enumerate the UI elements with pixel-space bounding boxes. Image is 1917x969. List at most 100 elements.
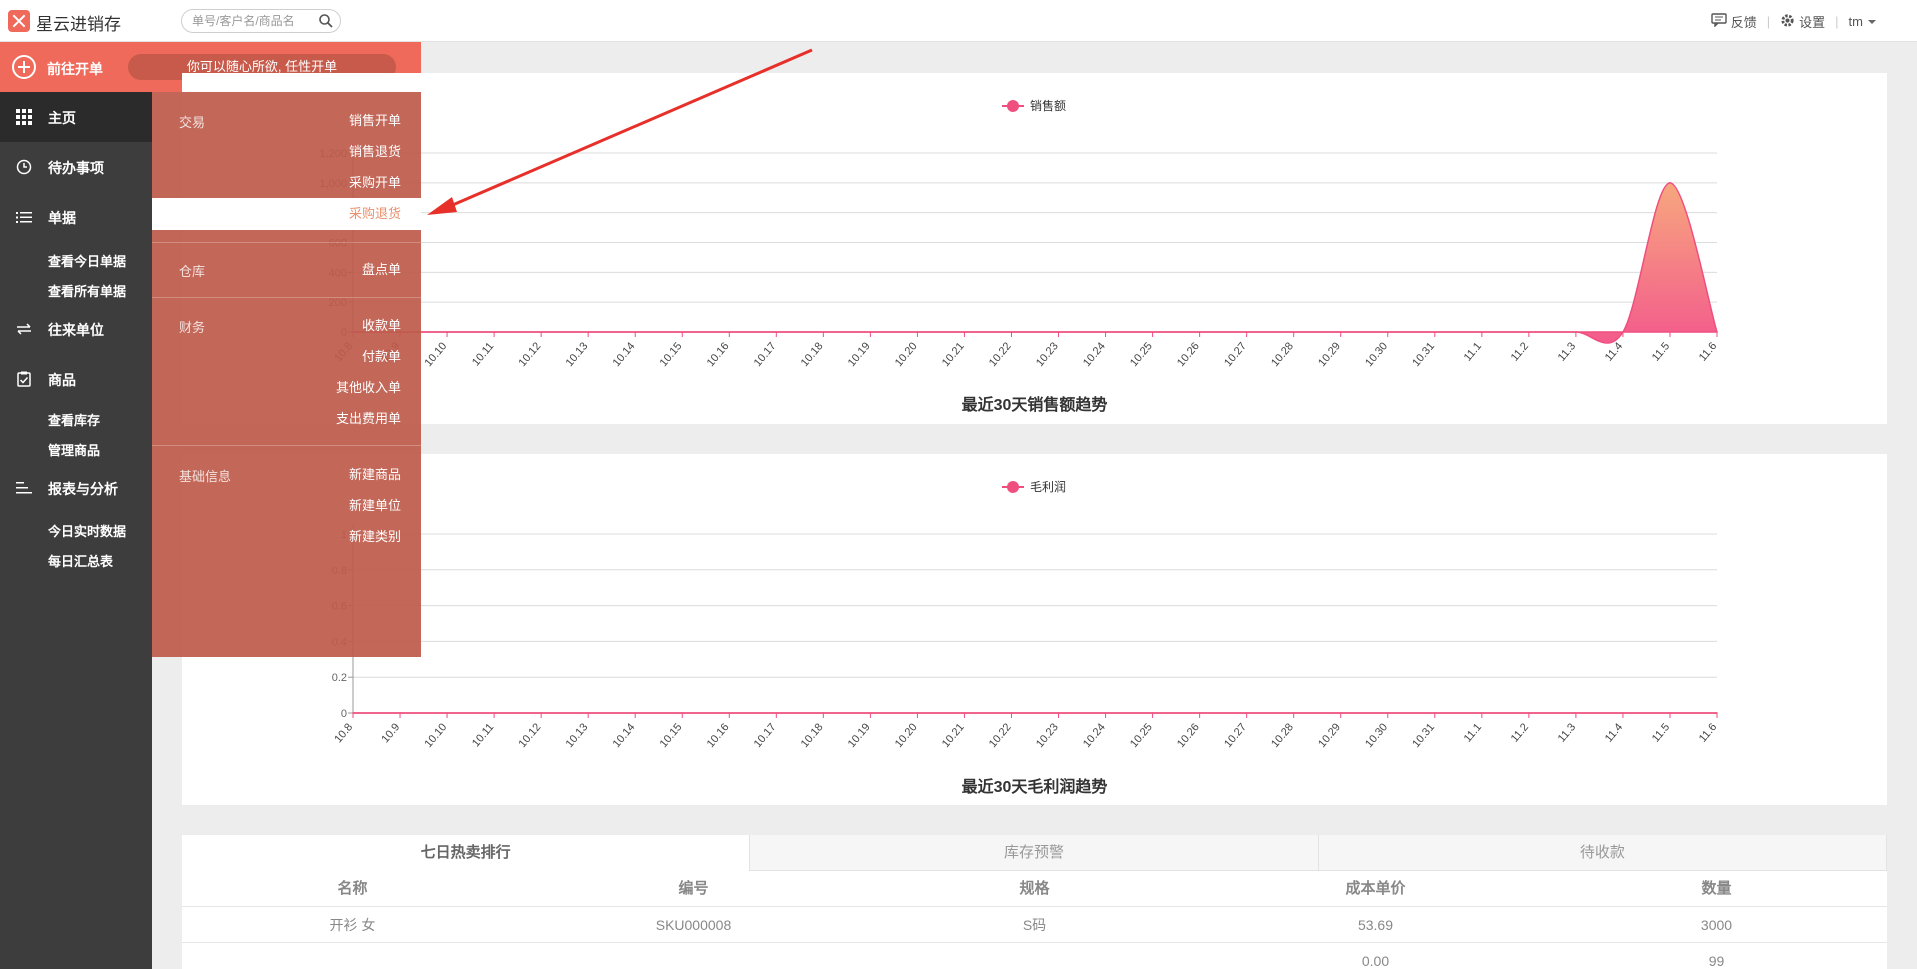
tab-hot-sales[interactable]: 七日热卖排行	[182, 835, 751, 871]
x-tick-label: 10.24	[1081, 721, 1108, 750]
cell-sku	[523, 943, 864, 969]
sidebar-item-reports[interactable]: 报表与分析	[0, 463, 152, 513]
column-header[interactable]: 数量	[1546, 871, 1887, 906]
x-tick-label: 10.8	[332, 721, 355, 745]
menu-item-payment[interactable]: 付款单	[362, 346, 401, 365]
swap-icon	[16, 321, 32, 337]
settings-link[interactable]: 设置	[1780, 12, 1825, 31]
app-logo[interactable]	[8, 10, 30, 32]
feedback-link[interactable]: 反馈	[1711, 12, 1757, 31]
x-tick-label: 11.6	[1697, 340, 1719, 363]
x-tick-label: 11.3	[1556, 721, 1578, 744]
sidebar-subitem-daily[interactable]: 每日汇总表	[48, 551, 113, 570]
cell-spec: S码	[1022, 917, 1047, 933]
y-tick-label: 0.2	[332, 672, 347, 684]
menu-item-new-partner[interactable]: 新建单位	[349, 495, 401, 514]
column-header[interactable]: 规格	[864, 871, 1205, 906]
menu-item-stocktake[interactable]: 盘点单	[362, 259, 401, 278]
x-tick-label: 10.24	[1081, 340, 1108, 369]
cell-qty: 99	[1708, 953, 1725, 969]
column-header[interactable]: 名称	[182, 871, 523, 906]
dropdown-category-basic: 基础信息	[179, 469, 232, 484]
sidebar-item-label: 商品	[48, 372, 76, 388]
x-tick-label: 11.1	[1462, 340, 1484, 363]
x-tick-label: 10.20	[893, 721, 920, 750]
x-tick-label: 11.6	[1697, 721, 1719, 744]
menu-item-purchase-return[interactable]: 采购退货	[349, 203, 401, 222]
app-title[interactable]: 星云进销存	[36, 10, 121, 35]
x-tick-label: 10.17	[752, 721, 779, 750]
x-tick-label: 10.26	[1175, 340, 1202, 369]
sidebar-item-home[interactable]: 主页	[0, 92, 152, 142]
gear-icon	[1780, 13, 1795, 31]
x-tick-label: 10.18	[799, 340, 826, 369]
x-tick-label: 10.19	[846, 340, 873, 369]
x-tick-label: 10.12	[517, 721, 544, 750]
sidebar-item-todo[interactable]: 待办事项	[0, 142, 152, 192]
start-order-label[interactable]: 前往开单	[47, 59, 103, 79]
sidebar-item-partners[interactable]: 往来单位	[0, 304, 152, 354]
menu-item-purchase-order[interactable]: 采购开单	[349, 172, 401, 191]
sidebar-item-label: 往来单位	[48, 322, 104, 338]
dropdown-category-warehouse: 仓库	[179, 264, 206, 279]
x-tick-label: 10.11	[470, 721, 496, 749]
feedback-label: 反馈	[1730, 15, 1757, 30]
sidebar-subitem-docs-today[interactable]: 查看今日单据	[48, 251, 126, 270]
sidebar-item-goods[interactable]: 商品	[0, 354, 152, 404]
sidebar-subitem-manage-goods[interactable]: 管理商品	[48, 440, 100, 459]
sidebar-subitem-stock[interactable]: 查看库存	[48, 410, 100, 429]
column-header[interactable]: 编号	[523, 871, 864, 906]
x-tick-label: 10.30	[1363, 340, 1390, 369]
x-tick-label: 10.29	[1316, 721, 1343, 750]
x-tick-label: 10.31	[1410, 721, 1437, 750]
x-tick-label: 10.25	[1128, 340, 1155, 369]
cell-name	[182, 943, 523, 969]
ranking-table: 名称 编号 规格 成本单价 数量 开衫 女 SKU000008 S码 53.69…	[182, 871, 1887, 969]
cell-sku: SKU000008	[655, 917, 732, 933]
x-tick-label: 10.16	[705, 340, 732, 369]
tab-receivables[interactable]: 待收款	[1318, 835, 1887, 871]
cell-qty: 3000	[1700, 917, 1733, 933]
menu-item-new-category[interactable]: 新建类别	[349, 526, 401, 545]
x-tick-label: 11.4	[1603, 721, 1625, 744]
menu-item-sales-order[interactable]: 销售开单	[349, 110, 401, 129]
x-tick-label: 10.18	[799, 721, 826, 750]
user-name: tm	[1848, 14, 1863, 29]
menu-item-other-income[interactable]: 其他收入单	[336, 377, 401, 396]
menu-item-expense[interactable]: 支出费用单	[336, 408, 401, 427]
sidebar-subitem-docs-all[interactable]: 查看所有单据	[48, 281, 126, 300]
tab-stock-alert[interactable]: 库存预警	[750, 835, 1319, 871]
data-point	[1669, 182, 1671, 184]
x-tick-label: 10.26	[1175, 721, 1202, 750]
x-tick-label: 10.11	[470, 340, 496, 368]
menu-item-new-goods[interactable]: 新建商品	[349, 464, 401, 483]
sidebar-item-docs[interactable]: 单据	[0, 192, 152, 242]
table-row[interactable]: 开衫 女 SKU000008 S码 53.69 3000	[182, 907, 1887, 943]
table-header-row: 名称 编号 规格 成本单价 数量	[182, 871, 1887, 907]
dropdown-group-rest	[152, 230, 421, 657]
sidebar-subitem-realtime[interactable]: 今日实时数据	[48, 521, 126, 540]
search-input[interactable]	[192, 13, 312, 29]
x-tick-label: 10.14	[611, 721, 638, 750]
x-tick-label: 10.14	[611, 340, 638, 369]
table-row[interactable]: 0.00 99	[182, 943, 1887, 969]
x-tick-label: 11.2	[1509, 340, 1531, 363]
column-header[interactable]: 成本单价	[1205, 871, 1546, 906]
x-tick-label: 10.23	[1034, 340, 1061, 369]
ranking-panel: 七日热卖排行 库存预警 待收款 名称 编号 规格 成本单价 数量 开衫 女 SK…	[182, 835, 1887, 969]
grid-icon	[16, 109, 32, 125]
menu-item-receipt[interactable]: 收款单	[362, 315, 401, 334]
x-tick-label: 10.13	[564, 340, 591, 369]
x-tick-label: 10.19	[846, 721, 873, 750]
tab-bar: 七日热卖排行 库存预警 待收款	[182, 835, 1887, 871]
cell-name: 开衫 女	[329, 917, 376, 933]
search-box[interactable]	[181, 9, 341, 33]
sales-chart-panel: 销售额 02004006008001,0001,20010.810.910.10…	[182, 73, 1887, 424]
dropdown-category-finance: 财务	[179, 320, 206, 335]
search-icon[interactable]	[318, 13, 334, 34]
user-menu[interactable]: tm	[1849, 14, 1877, 29]
menu-item-sales-return[interactable]: 销售退货	[349, 141, 401, 160]
x-tick-label: 10.22	[987, 721, 1014, 750]
plus-icon[interactable]	[12, 55, 36, 79]
top-right-menu: 反馈 | 设置 | tm	[1711, 12, 1877, 31]
